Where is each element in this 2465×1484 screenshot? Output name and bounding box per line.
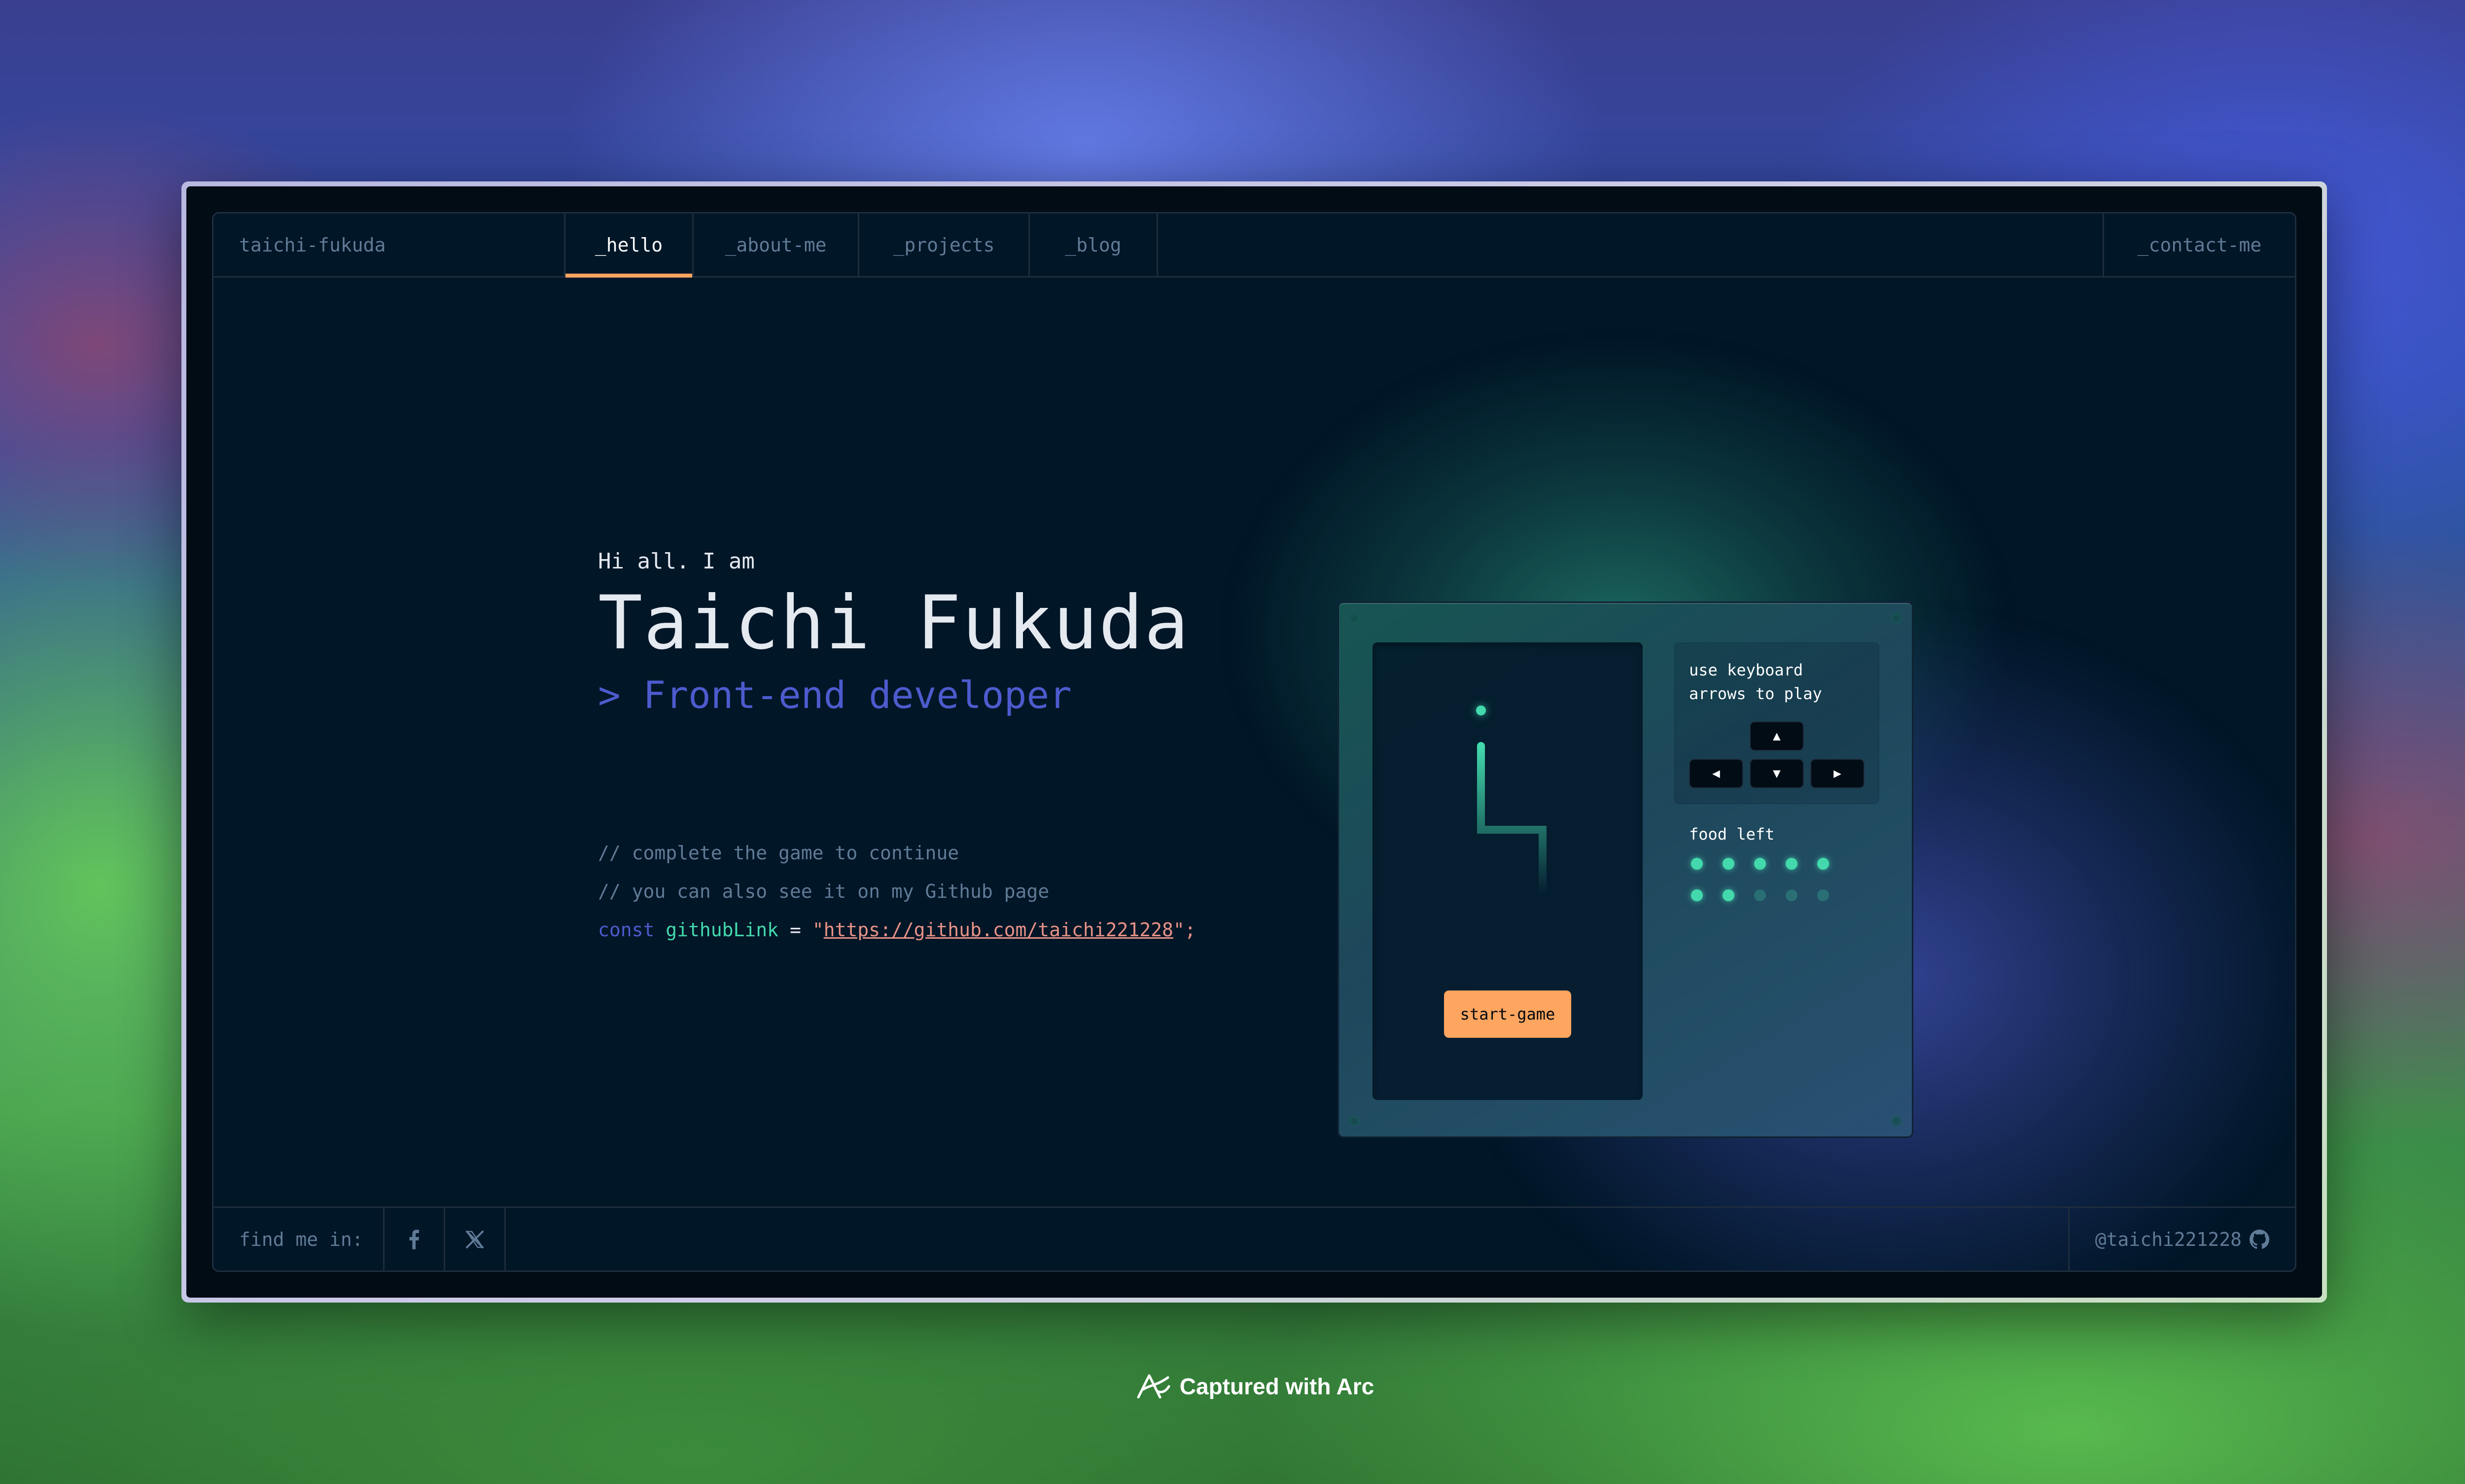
hero-role: > Front-end developer (598, 673, 1072, 717)
tab-blog[interactable]: _blog (1030, 213, 1158, 276)
code-quote-open: " (812, 919, 824, 941)
start-game-button[interactable]: start-game (1444, 990, 1571, 1038)
facebook-icon[interactable] (385, 1208, 445, 1271)
github-icon (2250, 1229, 2269, 1249)
footer-label: find me in: (213, 1208, 385, 1271)
arrow-down-key[interactable]: ▼ (1750, 759, 1804, 788)
x-glyph (465, 1230, 484, 1248)
food-dot-eaten (1786, 889, 1797, 901)
arc-capture-badge: Captured with Arc (0, 1372, 2465, 1401)
browser-window: taichi-fukuda _hello _about-me _projects… (181, 181, 2327, 1303)
snake-game: start-game use keyboard arrows to play ▲… (1338, 601, 1913, 1138)
top-nav: taichi-fukuda _hello _about-me _projects… (213, 213, 2295, 278)
site-name[interactable]: taichi-fukuda (213, 213, 565, 276)
code-variable: githubLink (666, 919, 779, 941)
hero: Hi all. I am Taichi Fukuda > Front-end d… (598, 549, 1190, 717)
facebook-glyph (409, 1229, 419, 1249)
arc-logo-icon (1137, 1374, 1170, 1399)
arc-badge-text: Captured with Arc (1179, 1374, 1374, 1399)
instructions-line-1: use keyboard (1689, 661, 1803, 679)
food-dot (1691, 889, 1703, 901)
food-dot (1817, 858, 1829, 870)
hero-name: Taichi Fukuda (598, 580, 1190, 666)
code-snippet: // complete the game to continue // you … (598, 834, 1196, 949)
greeting: Hi all. I am (598, 549, 755, 574)
food-dot-eaten (1817, 889, 1829, 901)
food-dot (1723, 889, 1734, 901)
github-handle-text: @taichi221228 (2095, 1228, 2242, 1250)
arrow-right-key[interactable]: ▶ (1810, 759, 1865, 788)
controls-instructions: use keyboard arrows to play (1689, 658, 1822, 706)
github-link[interactable]: https://github.com/taichi221228 (824, 919, 1173, 941)
footer-spacer (506, 1208, 2068, 1271)
screw-top-right (1891, 613, 1902, 624)
code-quote-close: "; (1173, 919, 1196, 941)
github-handle[interactable]: @taichi221228 (2068, 1208, 2295, 1271)
food-left-label: food left (1689, 825, 1775, 844)
food-indicator (1691, 858, 1849, 901)
window-content: taichi-fukuda _hello _about-me _projects… (186, 186, 2322, 1298)
code-comment-2: // you can also see it on my Github page (598, 881, 1050, 902)
code-line: const githubLink = "https://github.com/t… (598, 911, 1196, 949)
tab-about-me[interactable]: _about-me (694, 213, 859, 276)
instructions-line-2: arrows to play (1689, 684, 1822, 703)
food-dot (1723, 858, 1734, 870)
x-icon[interactable] (445, 1208, 506, 1271)
controls-panel: use keyboard arrows to play ▲ ◀ ▼ ▶ (1674, 642, 1879, 804)
food-dot-eaten (1754, 889, 1766, 901)
footer: find me in: @taichi221228 (213, 1206, 2295, 1271)
code-operator: = (789, 919, 801, 941)
screw-bottom-left (1349, 1116, 1360, 1127)
food-dot (1754, 858, 1766, 870)
food-dot (1786, 858, 1797, 870)
game-board[interactable]: start-game (1373, 642, 1643, 1100)
screw-top-left (1349, 613, 1360, 624)
arrow-left-key[interactable]: ◀ (1689, 759, 1743, 788)
code-keyword: const (598, 919, 655, 941)
tab-contact-me[interactable]: _contact-me (2103, 213, 2295, 276)
screw-bottom-right (1891, 1116, 1902, 1127)
tab-hello[interactable]: _hello (565, 213, 694, 278)
arrow-up-key[interactable]: ▲ (1750, 721, 1804, 751)
food-dot (1691, 858, 1703, 870)
portfolio-frame: taichi-fukuda _hello _about-me _projects… (212, 212, 2296, 1272)
code-comment-1: // complete the game to continue (598, 842, 959, 864)
tab-projects[interactable]: _projects (859, 213, 1030, 276)
